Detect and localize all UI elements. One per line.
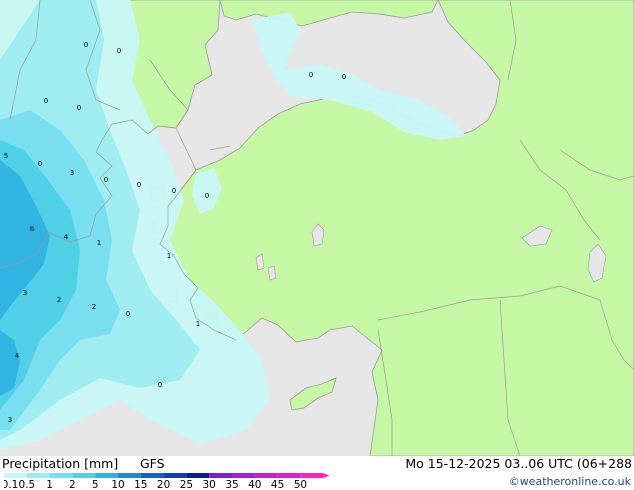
scale-tick-label: 40 <box>248 479 261 489</box>
scale-swatch <box>95 473 118 478</box>
scale-swatch <box>300 473 324 478</box>
value-label: 0 <box>342 73 346 81</box>
value-label: 0 <box>117 47 121 55</box>
scale-swatch <box>72 473 96 478</box>
scale-tick-label: 30 <box>203 479 216 489</box>
value-label: 0 <box>126 310 130 318</box>
value-label: 3 <box>8 416 12 424</box>
legend-bar: Precipitation [mm] GFS Mo 15-12-2025 03.… <box>0 456 634 490</box>
scale-tick-label: 0.5 <box>18 479 35 489</box>
value-label: 0 <box>205 192 209 200</box>
model-name: GFS <box>140 456 165 471</box>
scale-swatch <box>163 473 187 478</box>
credit-link[interactable]: ©weatheronline.co.uk <box>509 475 631 489</box>
scale-tick-label: 5 <box>92 479 99 489</box>
value-label: 4 <box>64 233 69 241</box>
value-label: 1 <box>167 252 171 260</box>
scale-tick-label: 0.1 <box>4 479 18 489</box>
scale-swatch <box>49 473 73 478</box>
scale-tick-label: 1 <box>46 479 53 489</box>
scale-swatch <box>26 473 50 478</box>
scale-swatch <box>118 473 141 478</box>
value-label: 0 <box>309 71 313 79</box>
precipitation-map: 0 0 0 0 0 0 5 0 3 0 0 0 0 6 4 1 1 3 2 2 0 1 4 0 3 <box>0 0 634 456</box>
value-label: 2 <box>57 296 61 304</box>
legend-title: Precipitation [mm] <box>2 456 119 471</box>
scale-tick-label: 50 <box>294 479 307 489</box>
value-label: 3 <box>23 289 27 297</box>
scale-arrow <box>323 473 330 478</box>
value-label: 4 <box>15 352 20 360</box>
scale-swatch <box>254 473 278 478</box>
scale-swatch <box>209 473 232 478</box>
scale-tick-label: 25 <box>180 479 193 489</box>
scale-tick-label: 10 <box>111 479 124 489</box>
value-label: 0 <box>172 187 176 195</box>
scale-swatch <box>4 473 27 478</box>
scale-swatch <box>232 473 255 478</box>
scale-swatch <box>186 473 210 478</box>
value-label: 1 <box>97 239 101 247</box>
value-label: 0 <box>158 381 162 389</box>
scale-tick-label: 20 <box>157 479 170 489</box>
valid-time-label: Mo 15-12-2025 03..06 UTC (06+288 <box>405 456 632 471</box>
scale-swatch <box>140 473 164 478</box>
value-label: 3 <box>70 169 74 177</box>
value-label: 0 <box>38 160 42 168</box>
scale-tick-label: 45 <box>271 479 284 489</box>
value-label: 0 <box>84 41 88 49</box>
scale-tick-label: 35 <box>225 479 238 489</box>
value-label: 6 <box>30 225 35 233</box>
scale-swatch <box>277 473 301 478</box>
value-label: 0 <box>104 176 108 184</box>
color-scale: 0.1 0.5 1 2 5 10 15 20 25 30 35 40 45 50 <box>4 473 330 489</box>
value-label: 2 <box>92 303 96 311</box>
value-label: 1 <box>196 320 200 328</box>
value-label: 0 <box>137 181 141 189</box>
value-label: 0 <box>77 104 81 112</box>
value-label: 5 <box>4 152 8 160</box>
scale-tick-label: 2 <box>69 479 76 489</box>
value-label: 0 <box>44 97 48 105</box>
scale-tick-label: 15 <box>134 479 147 489</box>
